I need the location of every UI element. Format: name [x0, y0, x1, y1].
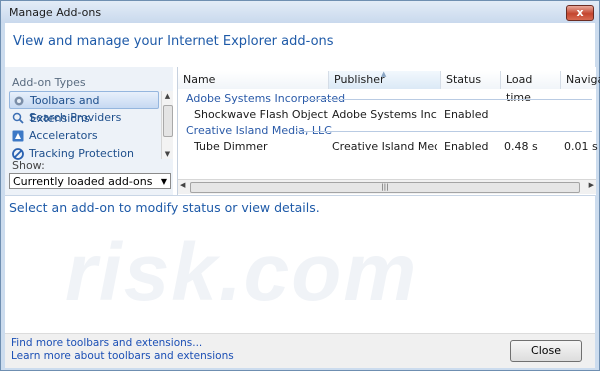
row-status: Enabled — [444, 108, 489, 121]
scroll-left-icon[interactable]: ◀ — [180, 181, 185, 189]
manage-addons-window: Manage Add-ons x View and manage your In… — [0, 0, 600, 371]
close-button[interactable]: Close — [510, 340, 582, 362]
column-header-status[interactable]: Status — [441, 71, 501, 89]
sidebar: Add-on Types Toolbars and Extensions Sea… — [5, 67, 173, 195]
show-dropdown[interactable]: Currently loaded add-ons ▼ — [9, 173, 171, 189]
show-dropdown-value: Currently loaded add-ons — [13, 175, 153, 188]
sort-ascending-icon: ▲ — [381, 70, 387, 78]
addon-list: Name ▲ Publisher Status Load time Navig a… — [177, 67, 600, 195]
sidebar-item-label: Accelerators — [29, 129, 98, 142]
learn-more-toolbars-link[interactable]: Learn more about toolbars and extensions — [11, 350, 234, 362]
sidebar-item-search-providers[interactable]: Search Providers — [9, 109, 159, 127]
column-header-navigation[interactable]: Navigatio — [561, 71, 600, 89]
details-area: risk.com Select an add-on to modify stat… — [5, 195, 595, 334]
group-divider — [296, 131, 592, 132]
column-header-label: Publisher — [334, 73, 385, 86]
scroll-thumb[interactable]: ||| — [190, 182, 580, 193]
header: View and manage your Internet Explorer a… — [5, 23, 595, 67]
row-load-time: 0.48 s — [504, 140, 538, 153]
title-bar: Manage Add-ons x — [1, 1, 599, 23]
watermark: risk.com — [65, 227, 419, 318]
status-text: Select an add-on to modify status or vie… — [9, 200, 320, 215]
scroll-right-icon[interactable]: ▶ — [589, 181, 594, 189]
row-navigation: 0.01 s — [564, 140, 598, 153]
row-name: Shockwave Flash Object — [194, 108, 328, 121]
row-publisher: Adobe Systems Incorpor... — [332, 108, 437, 121]
sidebar-item-accelerators[interactable]: Accelerators — [9, 127, 159, 145]
search-icon — [12, 112, 24, 124]
footer: Find more toolbars and extensions... Lea… — [5, 333, 595, 368]
sidebar-item-label: Search Providers — [29, 111, 122, 124]
scroll-down-icon[interactable]: ▼ — [162, 149, 173, 159]
sidebar-scrollbar[interactable]: ▲ ▼ — [161, 91, 173, 159]
row-status: Enabled — [444, 140, 489, 153]
main-area: Add-on Types Toolbars and Extensions Sea… — [5, 67, 600, 195]
header-text: View and manage your Internet Explorer a… — [13, 34, 334, 49]
show-label: Show: — [12, 159, 45, 172]
column-header-publisher[interactable]: ▲ Publisher — [329, 70, 441, 89]
row-name: Tube Dimmer — [194, 140, 268, 153]
find-more-toolbars-link[interactable]: Find more toolbars and extensions... — [11, 337, 202, 349]
sidebar-item-toolbars-extensions[interactable]: Toolbars and Extensions — [9, 91, 159, 125]
group-divider — [306, 99, 592, 100]
horizontal-scrollbar[interactable]: ◀ ||| ▶ — [178, 179, 596, 194]
chevron-down-icon: ▼ — [160, 177, 167, 186]
scroll-thumb[interactable] — [163, 105, 173, 137]
accelerator-icon — [12, 130, 24, 142]
window-close-button[interactable]: x — [566, 5, 594, 21]
scroll-up-icon[interactable]: ▲ — [162, 91, 173, 101]
row-publisher: Creative Island Media, L... — [332, 140, 437, 153]
column-header-name[interactable]: Name — [178, 71, 329, 89]
gear-icon — [14, 96, 24, 106]
window-title: Manage Add-ons — [9, 6, 102, 19]
sidebar-title: Add-on Types — [12, 76, 86, 89]
column-header-load-time[interactable]: Load time — [501, 71, 561, 104]
